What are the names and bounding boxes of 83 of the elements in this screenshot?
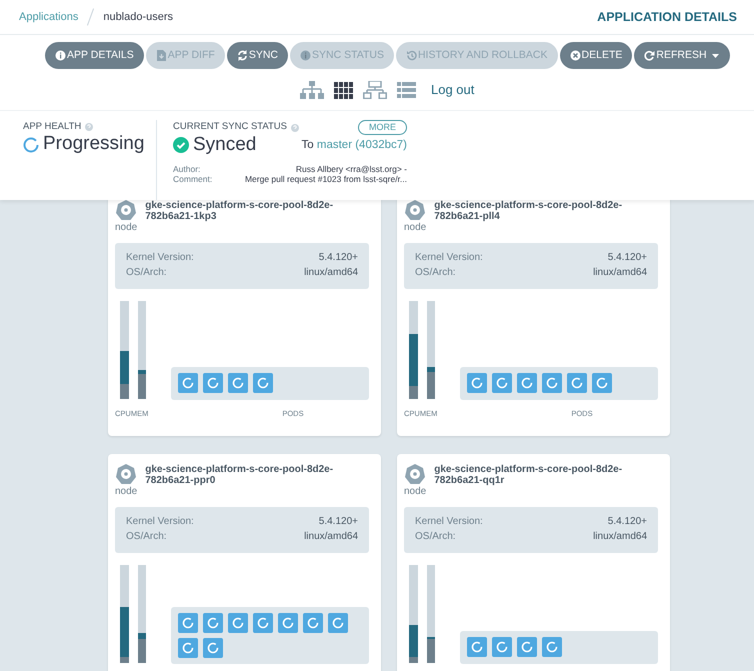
pod-tile[interactable] bbox=[467, 637, 488, 657]
info-value: linux/amd64 bbox=[593, 530, 647, 544]
pod-tile[interactable] bbox=[592, 373, 612, 393]
node-icon bbox=[405, 464, 426, 484]
pod-tile[interactable] bbox=[178, 373, 198, 393]
pod-tile[interactable] bbox=[228, 373, 248, 393]
info-key: Kernel Version: bbox=[126, 515, 194, 530]
pod-tile[interactable] bbox=[178, 638, 198, 658]
pod-tile[interactable] bbox=[542, 373, 562, 393]
tree-view-icon bbox=[300, 80, 324, 98]
info-value: linux/amd64 bbox=[593, 266, 647, 280]
info-icon bbox=[55, 50, 66, 61]
node-name: gke-science-platform-s-core-pool-8d2e-782b6a21-ppr0 bbox=[145, 464, 334, 488]
info-key: Kernel Version: bbox=[415, 251, 483, 266]
node-name: gke-science-platform-s-core-pool-8d2e-782b6a21-1kp3 bbox=[145, 200, 334, 224]
pod-tile[interactable] bbox=[178, 613, 198, 633]
pod-tile[interactable] bbox=[328, 613, 348, 633]
info-key: OS/Arch: bbox=[415, 266, 456, 280]
toolbar-button[interactable]: SYNC bbox=[226, 42, 288, 69]
network-view-icon bbox=[363, 80, 387, 98]
sync-target: To master (4032bc7) bbox=[302, 138, 407, 153]
health-label: APP HEALTH bbox=[23, 120, 82, 134]
toolbar-button[interactable]: REFRESH bbox=[634, 42, 730, 69]
sync-status: Synced bbox=[193, 135, 256, 156]
info-value: 5.4.120+ bbox=[608, 251, 647, 265]
pod-tile[interactable] bbox=[228, 613, 248, 633]
revision-link[interactable]: master (4032bc7) bbox=[316, 138, 407, 151]
toolbar-button[interactable]: APP DETAILS bbox=[45, 42, 144, 69]
help-icon[interactable] bbox=[85, 123, 94, 132]
pod-tile[interactable] bbox=[278, 613, 298, 633]
info-value: 5.4.120+ bbox=[318, 251, 358, 265]
info-key: OS/Arch: bbox=[415, 530, 456, 544]
pod-tile[interactable] bbox=[467, 373, 488, 393]
sync-icon bbox=[236, 50, 248, 61]
pod-tile[interactable] bbox=[203, 638, 224, 658]
pod-tile[interactable] bbox=[303, 613, 324, 633]
pod-tile[interactable] bbox=[492, 637, 512, 657]
node-type-label: node bbox=[404, 485, 426, 499]
breadcrumb-link[interactable]: Applications bbox=[19, 8, 78, 26]
more-button[interactable]: MORE bbox=[358, 120, 407, 135]
file-icon bbox=[156, 50, 167, 61]
sync-status-label: CURRENT SYNC STATUS bbox=[173, 120, 288, 134]
node-type-label: node bbox=[115, 485, 138, 499]
pod-tile[interactable] bbox=[253, 613, 274, 633]
health-status: Progressing bbox=[43, 134, 144, 156]
pod-tile[interactable] bbox=[517, 637, 538, 657]
node-name: gke-science-platform-s-core-pool-8d2e-782b6a21-pll4 bbox=[434, 200, 624, 224]
node-icon bbox=[116, 464, 136, 484]
node-name: gke-science-platform-s-core-pool-8d2e-782b6a21-qq1r bbox=[434, 464, 624, 488]
toolbar-button[interactable]: DELETE bbox=[560, 42, 632, 69]
info-value: linux/amd64 bbox=[304, 530, 358, 544]
pod-tile[interactable] bbox=[517, 373, 538, 393]
pod-tile[interactable] bbox=[492, 373, 512, 393]
refresh-icon bbox=[644, 50, 656, 61]
info-value: 5.4.120+ bbox=[318, 515, 358, 529]
page-title: APPLICATION DETAILS bbox=[597, 8, 737, 26]
pod-tile[interactable] bbox=[253, 373, 274, 393]
history-icon bbox=[406, 50, 417, 61]
pod-tile[interactable] bbox=[203, 613, 224, 633]
pod-tile[interactable] bbox=[203, 373, 224, 393]
detail-key: Author: bbox=[173, 164, 200, 174]
detail-value: Merge pull request #1023 from lsst-sqre/r... bbox=[244, 174, 407, 184]
info-key: Kernel Version: bbox=[126, 251, 194, 266]
breadcrumb-current: nublado-users bbox=[103, 10, 174, 25]
pod-tile[interactable] bbox=[567, 373, 588, 393]
info-icon bbox=[300, 50, 311, 61]
info-key: OS/Arch: bbox=[126, 266, 167, 280]
info-key: OS/Arch: bbox=[126, 530, 167, 544]
progress-icon bbox=[23, 136, 39, 153]
logout-link[interactable]: Log out bbox=[431, 80, 474, 100]
info-key: Kernel Version: bbox=[415, 515, 483, 530]
close-icon bbox=[570, 50, 581, 61]
grid-view-icon bbox=[334, 80, 353, 98]
view-button[interactable] bbox=[334, 80, 353, 98]
node-type-label: node bbox=[404, 221, 426, 235]
info-value: linux/amd64 bbox=[304, 266, 358, 280]
check-icon bbox=[173, 137, 189, 154]
help-icon[interactable] bbox=[291, 124, 300, 132]
info-value: 5.4.120+ bbox=[608, 515, 647, 529]
node-type-label: node bbox=[115, 221, 138, 235]
pod-tile[interactable] bbox=[542, 637, 562, 657]
detail-value: Russ Allbery <rra@lsst.org> - bbox=[296, 164, 407, 174]
detail-key: Comment: bbox=[173, 174, 212, 184]
